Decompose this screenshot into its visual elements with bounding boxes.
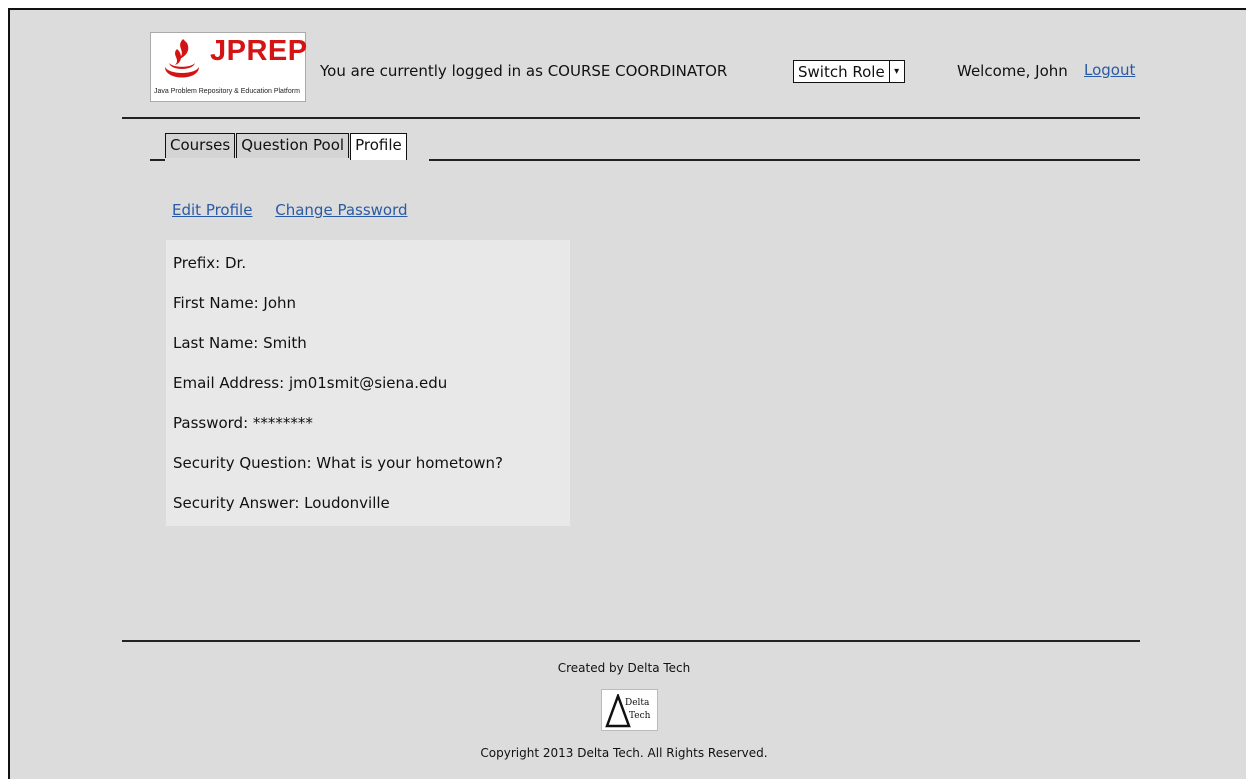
profile-security-answer: Security Answer: Loudonville	[173, 494, 390, 512]
tab-courses[interactable]: Courses	[165, 133, 236, 158]
profile-password: Password: ********	[173, 414, 313, 432]
tab-question-pool[interactable]: Question Pool	[236, 133, 350, 158]
flame-logo-icon	[165, 39, 199, 78]
delta-tech-logo-line1: Delta	[625, 698, 650, 708]
footer-created-by: Created by Delta Tech	[557, 661, 691, 675]
tab-baseline-right	[429, 159, 1140, 161]
delta-tech-logo: Delta Tech	[601, 689, 658, 731]
profile-prefix: Prefix: Dr.	[173, 254, 247, 272]
tab-bar: Courses Question Pool Profile	[165, 133, 408, 160]
tab-baseline-left	[150, 159, 165, 161]
profile-first-name: First Name: John	[173, 294, 297, 312]
switch-role-select[interactable]: Switch Role ▾	[793, 60, 905, 83]
jprep-logo: JPREP Java Problem Repository & Educatio…	[150, 32, 308, 102]
logo-brand: JPREP	[210, 35, 308, 67]
current-role-text: You are currently logged in as COURSE CO…	[320, 62, 728, 80]
profile-email: Email Address: jm01smit@siena.edu	[173, 374, 448, 392]
tab-profile[interactable]: Profile	[350, 133, 407, 160]
profile-security-question: Security Question: What is your hometown…	[173, 454, 504, 472]
header-divider	[122, 117, 1140, 119]
delta-tech-logo-line2: Tech	[629, 711, 651, 721]
profile-actions: Edit Profile Change Password	[172, 201, 426, 219]
footer-divider	[122, 640, 1140, 642]
profile-last-name: Last Name: Smith	[173, 334, 307, 352]
change-password-link[interactable]: Change Password	[275, 201, 407, 219]
logo-tagline: Java Problem Repository & Education Plat…	[154, 88, 300, 95]
edit-profile-link[interactable]: Edit Profile	[172, 201, 252, 219]
chevron-down-icon: ▾	[888, 61, 904, 82]
footer-copyright: Copyright 2013 Delta Tech. All Rights Re…	[480, 746, 768, 760]
welcome-text: Welcome, John	[957, 62, 1068, 80]
profile-details-panel: Prefix: Dr. First Name: John Last Name: …	[166, 240, 570, 526]
logout-link[interactable]: Logout	[1084, 61, 1135, 79]
switch-role-label: Switch Role	[798, 62, 885, 81]
